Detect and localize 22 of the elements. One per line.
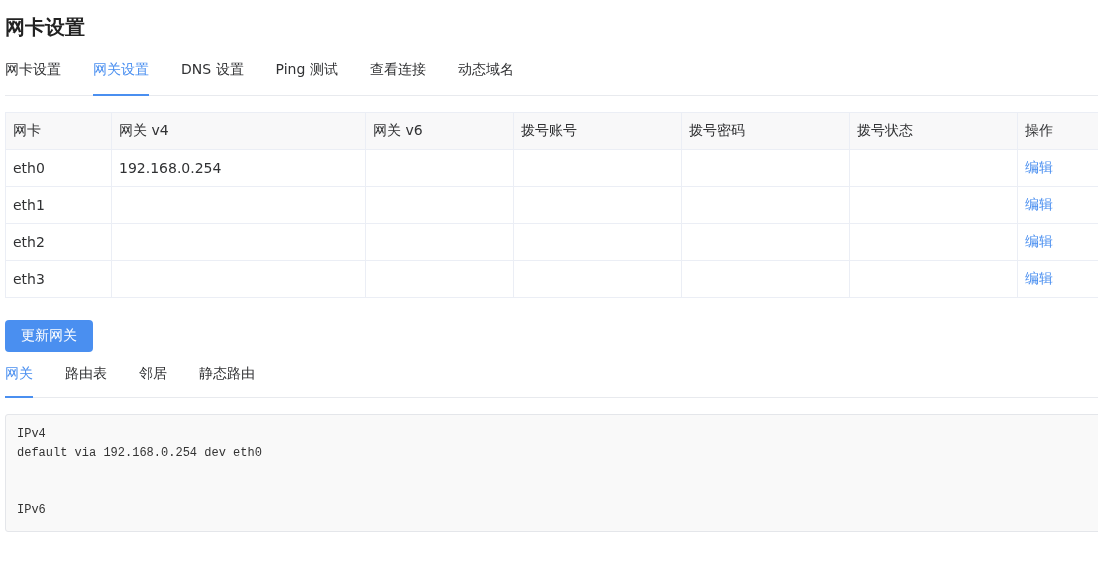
column-header: 网关 v6 — [373, 122, 423, 138]
column-header: 拨号账号 — [521, 122, 577, 138]
column-header: 网关 v4 — [119, 122, 169, 138]
column-header: 网卡 — [13, 122, 41, 138]
tab[interactable]: Ping 测试 — [275, 45, 338, 96]
column-header: 拨号状态 — [857, 122, 913, 138]
column-header: 操作 — [1025, 122, 1053, 138]
table-cell: eth0 — [13, 160, 45, 176]
tab[interactable]: 邻居 — [139, 352, 167, 398]
tab[interactable]: DNS 设置 — [181, 45, 244, 96]
tab[interactable]: 查看连接 — [369, 45, 426, 96]
tab[interactable]: 动态域名 — [457, 45, 514, 96]
tab[interactable]: 路由表 — [65, 352, 107, 398]
table-cell: eth2 — [13, 234, 45, 250]
column-header: 拨号密码 — [689, 122, 745, 138]
route-output: IPv4 default via 192.168.0.254 dev eth0 IPv6 — [17, 426, 263, 519]
table-cell: eth1 — [13, 197, 45, 213]
tab[interactable]: 网卡设置 — [5, 45, 61, 96]
tab[interactable]: 静态路由 — [199, 352, 255, 398]
table-cell: eth3 — [13, 271, 45, 287]
page-title: 网卡设置 — [5, 14, 86, 41]
table-cell: 192.168.0.254 — [119, 160, 222, 176]
